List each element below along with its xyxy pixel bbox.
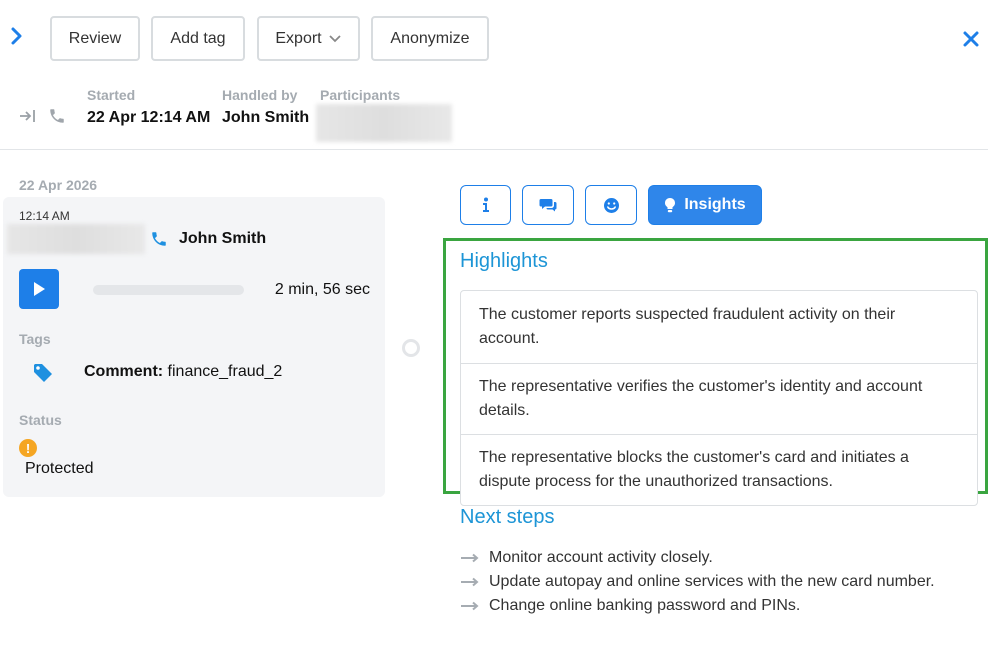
tab-info[interactable] — [460, 185, 511, 225]
step-text: Change online banking password and PINs. — [489, 597, 801, 614]
step-text: Update autopay and online services with … — [489, 573, 935, 590]
tab-insights[interactable]: Insights — [648, 185, 762, 225]
close-icon[interactable] — [962, 30, 980, 48]
step-text: Monitor account activity closely. — [489, 549, 713, 566]
next-steps-list: Monitor account activity closely. Update… — [460, 546, 935, 618]
tag-icon — [34, 364, 52, 382]
chevron-down-icon — [328, 34, 341, 42]
highlights-title: Highlights — [460, 250, 548, 272]
conversation-time: 12:14 AM — [19, 209, 70, 223]
phone-icon — [50, 109, 64, 123]
list-item: The representative blocks the customer's… — [461, 434, 977, 505]
review-button[interactable]: Review — [50, 16, 140, 61]
list-item: The representative verifies the customer… — [461, 363, 977, 434]
play-icon — [34, 282, 45, 296]
conversation-date: 22 Apr 2026 — [19, 177, 98, 193]
handled-by-label: Handled by — [222, 87, 298, 103]
add-tag-button[interactable]: Add tag — [151, 16, 245, 61]
next-steps-title: Next steps — [460, 506, 555, 528]
highlights-list: The customer reports suspected fraudulen… — [460, 290, 978, 506]
started-value: 22 Apr 12:14 AM — [87, 109, 211, 126]
lightbulb-icon — [665, 198, 676, 213]
participants-label: Participants — [320, 87, 401, 103]
export-button[interactable]: Export — [257, 16, 360, 61]
tag-key: Comment: — [84, 363, 164, 380]
play-button[interactable] — [19, 269, 59, 309]
status-value: Protected — [25, 460, 94, 477]
toolbar: Review Add tag Export Anonymize — [0, 0, 988, 78]
agent-name: John Smith — [179, 230, 267, 247]
tab-insights-label: Insights — [684, 196, 746, 213]
status-label: Status — [19, 412, 62, 428]
arrow-right-icon — [460, 553, 482, 563]
customer-redacted — [7, 224, 145, 254]
warning-icon: ! — [19, 439, 37, 457]
smiley-icon — [603, 197, 619, 213]
participants-redacted — [316, 104, 452, 142]
list-item: The customer reports suspected fraudulen… — [479, 306, 896, 347]
started-label: Started — [87, 87, 136, 103]
chevron-right-icon[interactable] — [8, 26, 26, 46]
timeline-marker — [402, 339, 420, 357]
conversation-meta: Started 22 Apr 12:14 AM Handled by John … — [0, 80, 988, 150]
tab-transcript[interactable] — [522, 185, 574, 225]
export-label: Export — [275, 29, 322, 47]
tab-sentiment[interactable] — [585, 185, 637, 225]
list-item: Monitor account activity closely. — [460, 546, 935, 570]
tag-value: finance_fraud_2 — [163, 363, 283, 380]
arrow-right-icon — [460, 601, 482, 611]
list-item: Change online banking password and PINs. — [460, 594, 935, 618]
arrow-right-icon — [460, 577, 482, 587]
audio-progress-bar[interactable] — [93, 285, 244, 295]
tag-comment: Comment: finance_fraud_2 — [84, 363, 282, 381]
phone-icon — [152, 232, 166, 246]
list-item: Update autopay and online services with … — [460, 570, 935, 594]
chat-icon — [539, 199, 557, 212]
anonymize-button[interactable]: Anonymize — [371, 16, 489, 61]
tags-label: Tags — [19, 331, 51, 347]
inbound-arrow-icon — [20, 110, 35, 122]
audio-duration: 2 min, 56 sec — [274, 281, 370, 298]
info-icon — [482, 197, 489, 212]
handled-by-value: John Smith — [222, 109, 310, 126]
